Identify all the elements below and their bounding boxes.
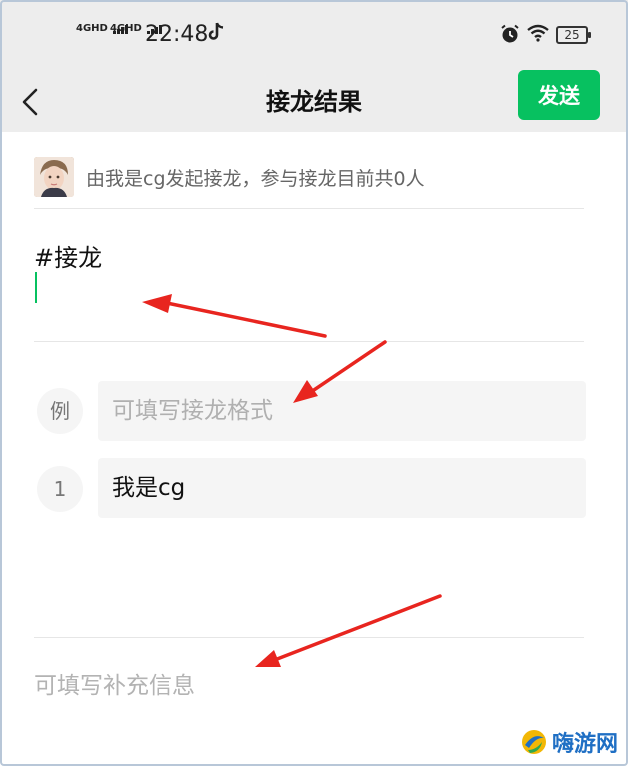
watermark: 嗨游网: [520, 726, 618, 758]
annotation-arrow-2: [293, 340, 387, 403]
annotation-arrow-3: [255, 594, 442, 667]
watermark-text: 嗨游网: [552, 732, 619, 757]
watermark-logo-icon: [522, 730, 546, 754]
annotation-arrows: [142, 294, 442, 667]
annotation-arrow-1: [142, 294, 327, 338]
